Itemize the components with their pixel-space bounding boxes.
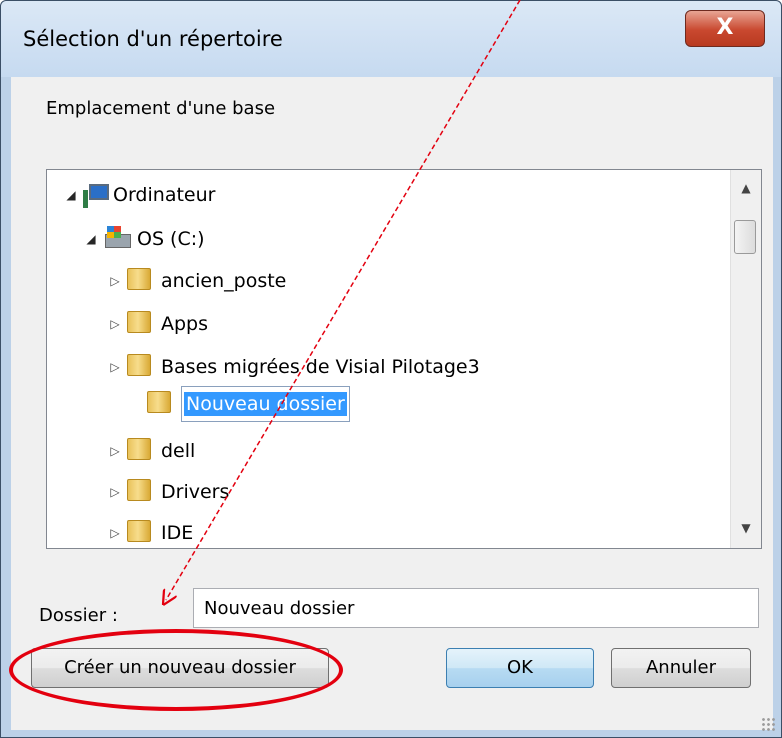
tree-item-label: Apps (161, 313, 209, 335)
tree-item-label: Bases migrées de Visial Pilotage3 (161, 356, 480, 378)
scroll-thumb[interactable] (734, 220, 756, 254)
vertical-scrollbar[interactable]: ▲ ▼ (730, 170, 761, 548)
collapse-arrow-icon[interactable]: ▷ (107, 274, 123, 288)
folder-name-input[interactable]: Nouveau dossier (193, 588, 759, 628)
folder-tree[interactable]: ◢ Ordinateur ◢ OS (C:) ▷ ancien_poste ▷ … (46, 169, 762, 549)
computer-icon (83, 184, 109, 208)
tree-item-label: dell (161, 440, 196, 462)
tree-item-folder[interactable]: ▷ Drivers (107, 473, 229, 511)
window-title: Sélection d'un répertoire (23, 27, 283, 51)
folder-icon (127, 520, 157, 546)
tree-item-folder[interactable]: ▷ dell (107, 432, 195, 470)
title-bar[interactable]: Sélection d'un répertoire X (1, 1, 781, 77)
scroll-up-icon[interactable]: ▲ (731, 174, 761, 202)
tree-item-folder[interactable]: ▷ Apps (107, 305, 208, 343)
folder-icon (127, 354, 157, 380)
highlight-ellipse (9, 629, 343, 711)
resize-grip-icon[interactable] (761, 717, 775, 731)
rename-input[interactable]: Nouveau dossier (181, 386, 350, 422)
dialog-window: Sélection d'un répertoire X Emplacement … (0, 0, 782, 738)
tree-item-label: IDE (161, 522, 194, 544)
folder-icon (127, 479, 157, 505)
tree-item-label: ancien_poste (161, 270, 287, 292)
folder-icon (147, 391, 177, 417)
tree-item-folder[interactable]: ▷ IDE (107, 514, 194, 548)
cancel-button[interactable]: Annuler (611, 648, 751, 688)
tree-item-computer[interactable]: ◢ Ordinateur (63, 176, 215, 214)
collapse-arrow-icon[interactable]: ▷ (107, 360, 123, 374)
location-prompt: Emplacement d'une base (46, 98, 276, 119)
folder-icon (127, 438, 157, 464)
tree-item-label: Ordinateur (113, 184, 216, 206)
close-button[interactable]: X (685, 10, 765, 47)
tree-item-label: Drivers (161, 481, 230, 503)
collapse-arrow-icon[interactable]: ▷ (107, 485, 123, 499)
tree-item-new-folder[interactable]: Nouveau dossier (143, 385, 350, 423)
collapse-arrow-icon[interactable]: ▷ (107, 444, 123, 458)
tree-item-folder[interactable]: ▷ Bases migrées de Visial Pilotage3 (107, 348, 480, 386)
collapse-arrow-icon[interactable]: ▷ (107, 526, 123, 540)
scroll-down-icon[interactable]: ▼ (731, 514, 761, 542)
folder-field-label: Dossier : (39, 605, 118, 626)
folder-icon (127, 268, 157, 294)
drive-icon (103, 226, 133, 252)
ok-button[interactable]: OK (446, 648, 594, 688)
tree-item-drive-c[interactable]: ◢ OS (C:) (83, 220, 205, 258)
tree-item-folder[interactable]: ▷ ancien_poste (107, 262, 286, 300)
tree-item-label: OS (C:) (137, 228, 205, 250)
expand-arrow-icon[interactable]: ◢ (83, 232, 99, 246)
collapse-arrow-icon[interactable]: ▷ (107, 317, 123, 331)
expand-arrow-icon[interactable]: ◢ (63, 188, 79, 202)
folder-icon (127, 311, 157, 337)
